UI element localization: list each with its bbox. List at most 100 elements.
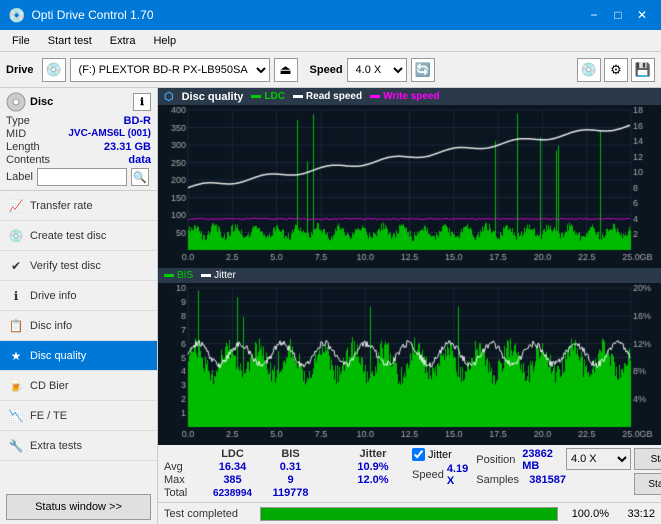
legend-ldc: LDC — [251, 91, 285, 102]
nav-item-fe-te[interactable]: 📉 FE / TE — [0, 401, 157, 431]
sidebar: Disc ℹ Type BD-R MID JVC-AMS6L (001) Len… — [0, 88, 158, 524]
avg-speed-val: 4.19 X — [447, 463, 468, 487]
eject-button[interactable]: ⏏ — [274, 58, 298, 82]
speed-label2: Speed — [412, 469, 444, 481]
legend-read-speed: Read speed — [293, 91, 362, 102]
disc-header: Disc — [30, 96, 53, 108]
nav-item-drive-info[interactable]: ℹ Drive info — [0, 281, 157, 311]
start-part-button[interactable]: Start part — [634, 473, 661, 495]
create-test-disc-icon: 💿 — [8, 228, 24, 244]
disc-button[interactable]: 💿 — [577, 58, 601, 82]
save-button[interactable]: 💾 — [631, 58, 655, 82]
disc-info-label: Disc info — [30, 320, 72, 332]
legend-write-speed: Write speed — [370, 91, 440, 102]
nav-item-extra-tests[interactable]: 🔧 Extra tests — [0, 431, 157, 461]
drive-select[interactable]: (F:) PLEXTOR BD-R PX-LB950SA 1.06 — [70, 58, 270, 82]
verify-test-disc-label: Verify test disc — [30, 260, 101, 272]
avg-ldc: 16.34 — [205, 461, 260, 473]
speed-label: Speed — [310, 64, 343, 76]
type-value: BD-R — [124, 115, 152, 127]
close-button[interactable]: ✕ — [631, 4, 653, 26]
total-bis: 119778 — [263, 487, 318, 499]
max-jitter: 12.0% — [338, 474, 408, 486]
status-window-button[interactable]: Status window >> — [6, 494, 151, 520]
minimize-button[interactable]: − — [583, 4, 605, 26]
toolbar: Drive 💿 (F:) PLEXTOR BD-R PX-LB950SA 1.0… — [0, 52, 661, 88]
position-block: Position 23862 MB Samples 381587 — [476, 448, 566, 486]
nav-item-create-test-disc[interactable]: 💿 Create test disc — [0, 221, 157, 251]
cd-bier-icon: 🍺 — [8, 378, 24, 394]
contents-value: data — [128, 154, 151, 166]
title-text: Opti Drive Control 1.70 — [31, 8, 153, 22]
total-ldc: 6238994 — [205, 488, 260, 499]
label-search-button[interactable]: 🔍 — [131, 168, 149, 186]
max-bis: 9 — [263, 474, 318, 486]
max-ldc: 385 — [205, 474, 260, 486]
position-val: 23862 MB — [522, 448, 566, 472]
stats-area: LDC BIS Jitter Avg 16.34 0.31 10.9% Max … — [158, 445, 661, 502]
mid-label: MID — [6, 128, 26, 140]
stats-table: LDC BIS Jitter Avg 16.34 0.31 10.9% Max … — [164, 448, 408, 499]
disc-quality-icon: ★ — [8, 348, 24, 364]
cd-bier-label: CD Bier — [30, 380, 69, 392]
transfer-rate-icon: 📈 — [8, 198, 24, 214]
drive-label: Drive — [6, 64, 34, 76]
refresh-button[interactable]: 🔄 — [411, 58, 435, 82]
nav-item-disc-quality[interactable]: ★ Disc quality — [0, 341, 157, 371]
right-controls: 4.0 X Start full Start part — [566, 448, 661, 499]
menu-extra[interactable]: Extra — [102, 30, 144, 51]
contents-label: Contents — [6, 154, 50, 166]
maximize-button[interactable]: □ — [607, 4, 629, 26]
jitter-checkbox[interactable] — [412, 448, 425, 461]
disc-icon — [6, 92, 26, 112]
chart-header: ⬡ Disc quality LDC Read speed Write spee… — [158, 88, 661, 105]
speed-select[interactable]: 4.0 X — [347, 58, 407, 82]
bis-col-header: BIS — [263, 448, 318, 460]
label-label: Label — [6, 171, 33, 183]
start-full-button[interactable]: Start full — [634, 448, 661, 470]
label-input[interactable] — [37, 168, 127, 186]
verify-test-disc-icon: ✔ — [8, 258, 24, 274]
disc-quality-label: Disc quality — [30, 350, 86, 362]
progress-area: Test completed 100.0% 33:12 — [158, 502, 661, 524]
nav-item-disc-info[interactable]: 📋Disc info — [0, 311, 157, 341]
nav-item-verify-test-disc[interactable]: ✔ Verify test disc — [0, 251, 157, 281]
drive-info-icon: ℹ — [8, 288, 24, 304]
settings-button[interactable]: ⚙ — [604, 58, 628, 82]
menu-help[interactable]: Help — [145, 30, 184, 51]
total-label: Total — [164, 487, 202, 499]
disc-panel: Disc ℹ Type BD-R MID JVC-AMS6L (001) Len… — [0, 88, 157, 191]
menu-file[interactable]: File — [4, 30, 38, 51]
progress-status: Test completed — [164, 508, 254, 520]
ldc-chart — [158, 105, 661, 268]
bis-chart — [158, 283, 661, 445]
jitter-col-header: Jitter — [338, 448, 408, 460]
fe-te-label: FE / TE — [30, 410, 67, 422]
drive-info-label: Drive info — [30, 290, 76, 302]
avg-jitter: 10.9% — [338, 461, 408, 473]
test-speed-select[interactable]: 4.0 X — [566, 448, 631, 470]
create-test-disc-label: Create test disc — [30, 230, 106, 242]
samples-label: Samples — [476, 474, 526, 486]
bis-chart-header: BIS Jitter — [158, 268, 661, 283]
nav-item-transfer-rate[interactable]: 📈 Transfer rate — [0, 191, 157, 221]
title-bar: 💿 Opti Drive Control 1.70 − □ ✕ — [0, 0, 661, 30]
mid-value: JVC-AMS6L (001) — [68, 128, 151, 140]
menu-start-test[interactable]: Start test — [40, 30, 100, 51]
extra-tests-label: Extra tests — [30, 440, 82, 452]
nav-section: 📈 Transfer rate 💿 Create test disc ✔ Verify t… — [0, 191, 157, 490]
fe-te-icon: 📉 — [8, 408, 24, 424]
transfer-rate-label: Transfer rate — [30, 200, 93, 212]
avg-bis: 0.31 — [263, 461, 318, 473]
type-label: Type — [6, 115, 30, 127]
nav-item-cd-bier[interactable]: 🍺 CD Bier — [0, 371, 157, 401]
progress-bar-inner — [261, 508, 557, 520]
jitter-label: Jitter — [428, 449, 452, 461]
jitter-speed-section: Jitter Speed 4.19 X Position 23862 MB Sa… — [412, 448, 566, 499]
length-value: 23.31 GB — [104, 141, 151, 153]
disc-info-btn[interactable]: ℹ — [133, 93, 151, 111]
progress-percent: 100.0% — [564, 508, 609, 520]
max-label: Max — [164, 474, 202, 486]
extra-tests-icon: 🔧 — [8, 438, 24, 454]
content-area: ⬡ Disc quality LDC Read speed Write spee… — [158, 88, 661, 524]
